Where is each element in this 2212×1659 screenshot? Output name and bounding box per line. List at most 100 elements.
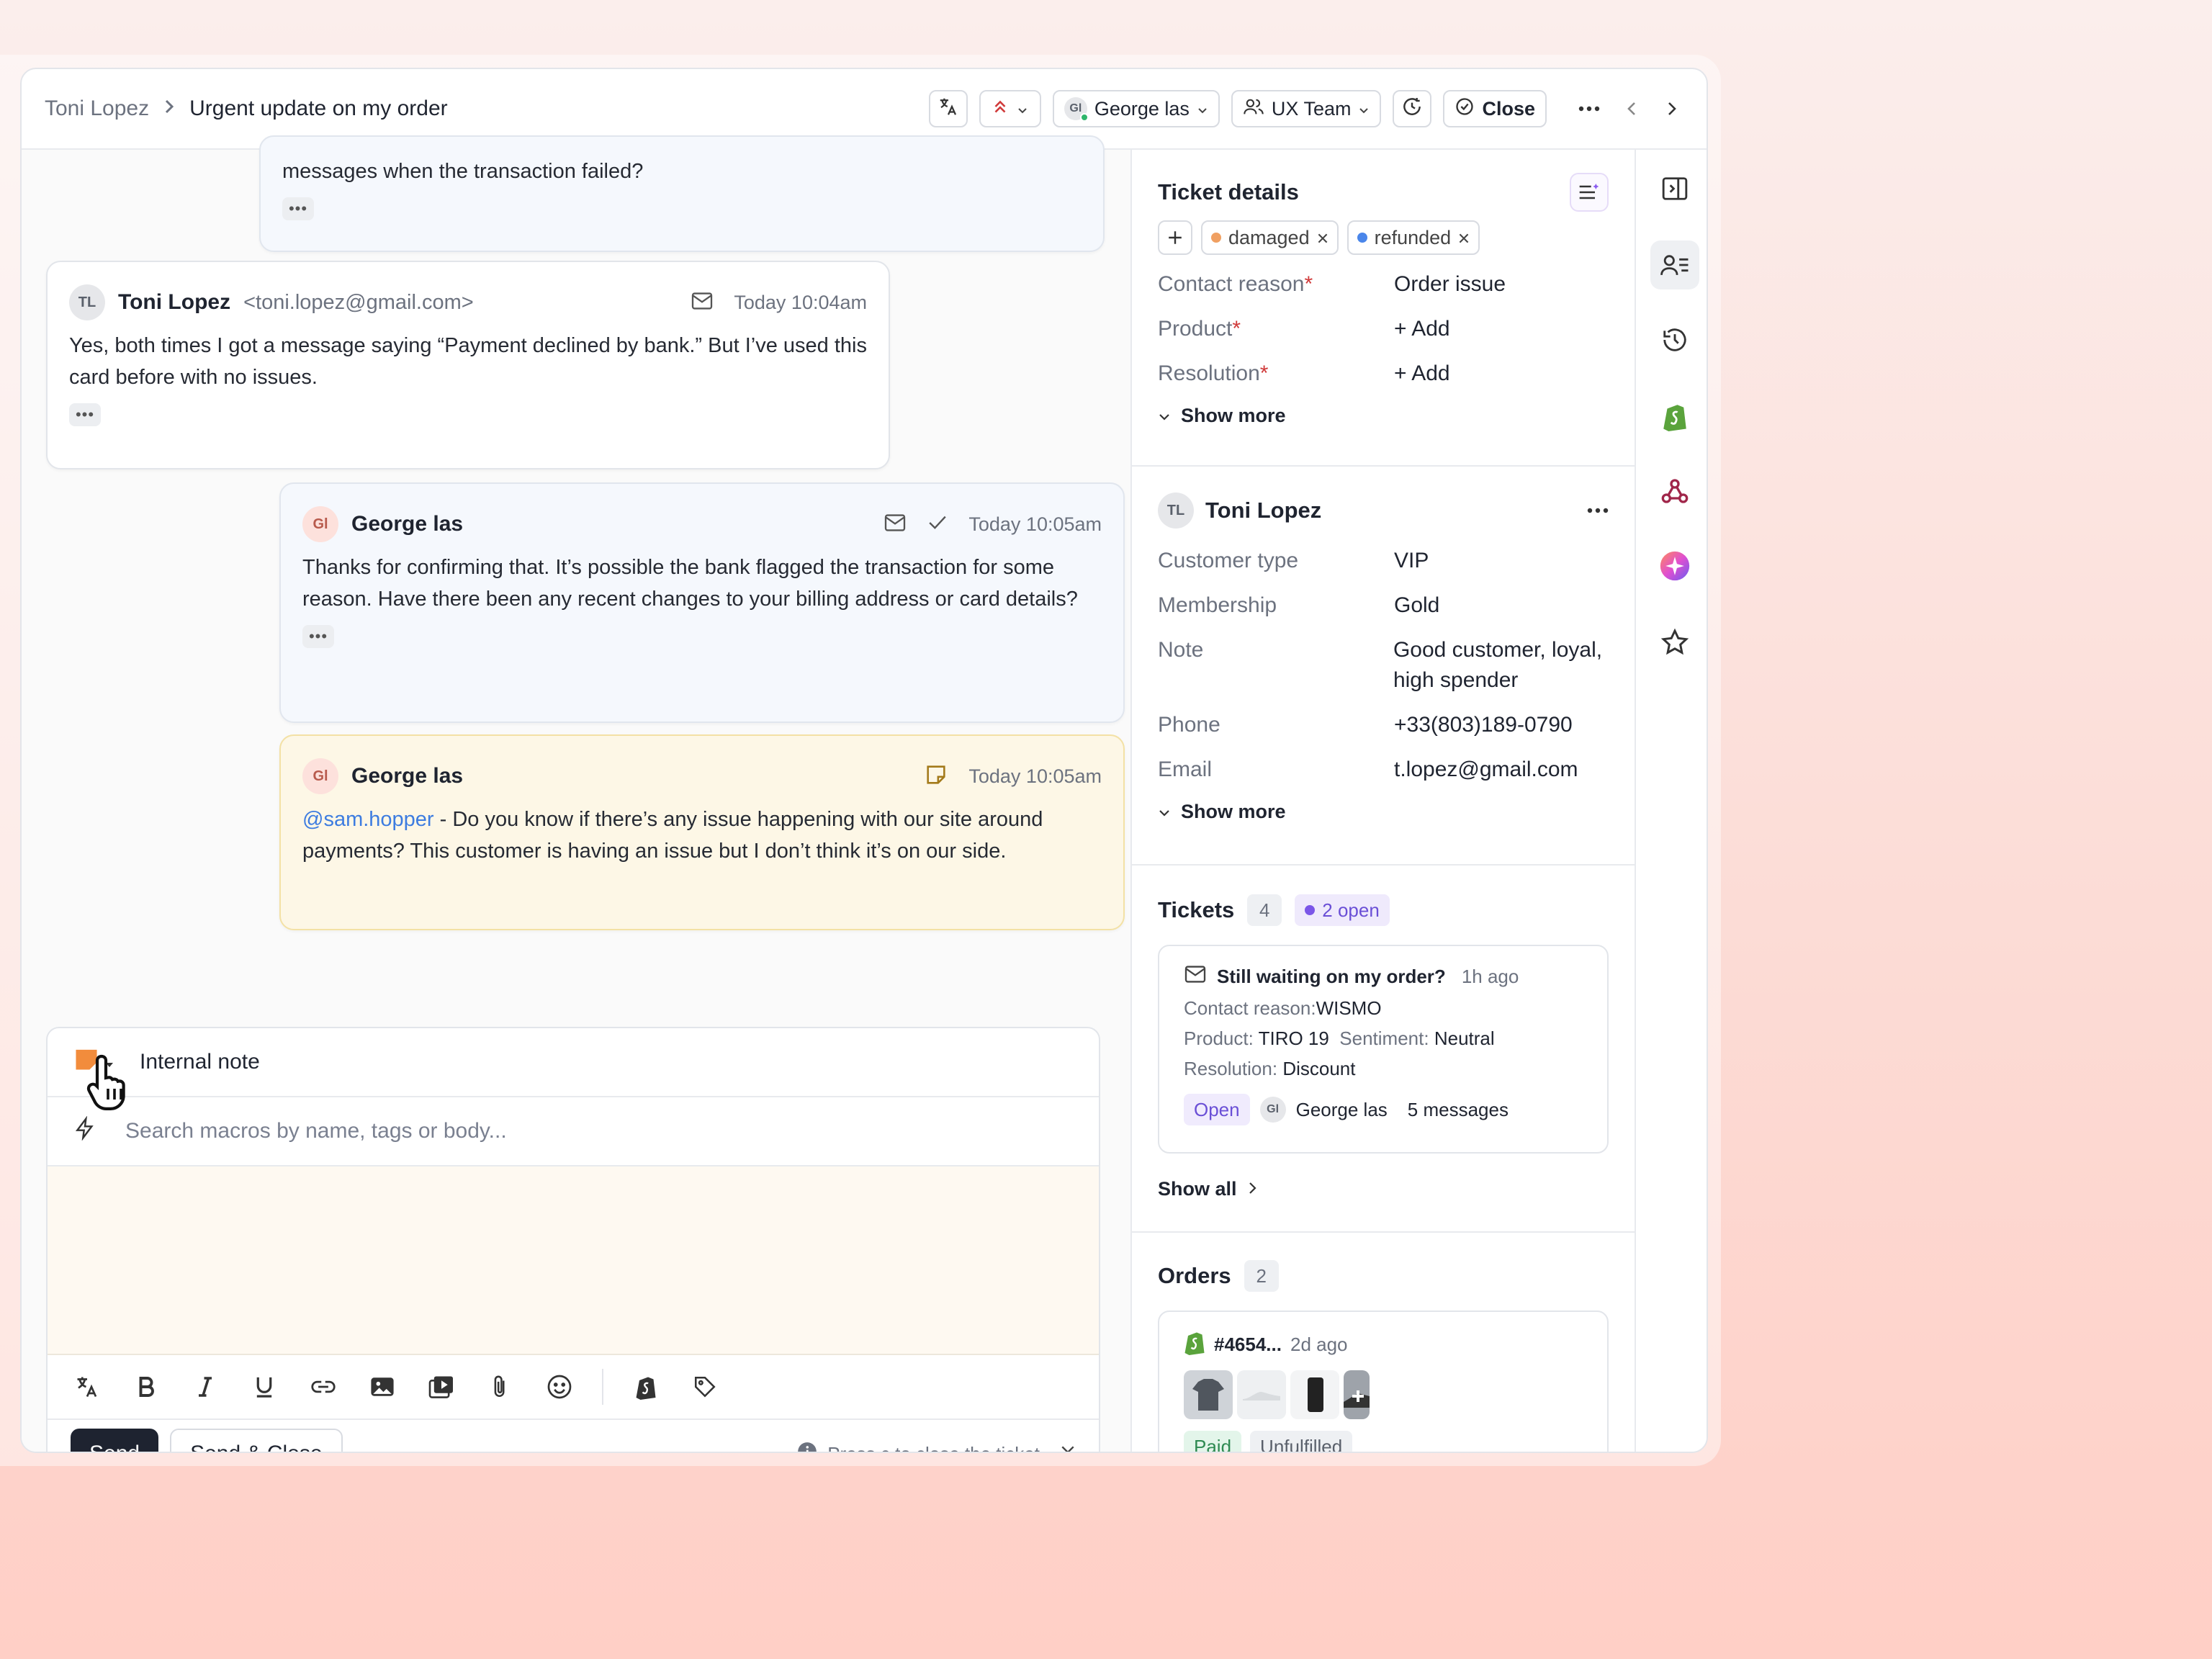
close-ticket-label: Close — [1482, 97, 1535, 120]
sender-email: <toni.lopez@gmail.com> — [243, 290, 474, 314]
image-icon[interactable] — [366, 1370, 399, 1403]
send-and-close-button[interactable]: Send & Close — [170, 1429, 343, 1452]
more-options-icon[interactable] — [1573, 92, 1606, 125]
payment-status-badge: Paid — [1184, 1431, 1242, 1452]
ticket-title[interactable]: Urgent update on my order — [189, 96, 448, 121]
customer-show-more-button[interactable]: Show more — [1158, 801, 1609, 823]
open-tickets-badge: 2 open — [1295, 894, 1390, 926]
ticket-history-card[interactable]: Still waiting on my order? 1h ago Contac… — [1158, 945, 1609, 1154]
macro-search-input[interactable]: Search macros by name, tags or body... — [125, 1119, 507, 1143]
message-thread[interactable]: messages when the transaction failed? ••… — [22, 135, 1130, 1452]
order-card[interactable]: #4654... 2d ago Paid Unfulfilled — [1158, 1310, 1609, 1452]
chevron-down-icon — [1158, 801, 1171, 823]
shopify-app-icon[interactable] — [1650, 392, 1699, 441]
info-icon — [797, 1442, 817, 1452]
ai-assistant-icon[interactable] — [1650, 541, 1699, 590]
customer-name[interactable]: Toni Lopez — [1205, 498, 1321, 523]
collapse-panel-icon[interactable] — [1650, 164, 1699, 213]
customer-avatar: TL — [1158, 493, 1194, 529]
mention-link[interactable]: @sam.hopper — [302, 808, 434, 831]
header-actions: Gl George las UX Team Close — [928, 90, 1686, 127]
tag-label: damaged — [1228, 226, 1310, 248]
agent-name: George las — [1295, 1098, 1388, 1120]
assignee-initials: Gl — [1069, 102, 1082, 114]
ai-fields-icon[interactable] — [1570, 173, 1609, 212]
star-favorite-icon[interactable] — [1650, 618, 1699, 667]
dismiss-hint-icon[interactable] — [1060, 1443, 1076, 1452]
shopify-icon[interactable] — [629, 1370, 662, 1403]
tag-chip[interactable]: refunded — [1346, 220, 1480, 255]
tickets-title: Tickets — [1158, 897, 1235, 922]
message-meta: Today 10:05am — [924, 763, 1102, 791]
ticket-sidebar: Ticket details damaged refunded Contact … — [1130, 150, 1635, 1452]
email-link[interactable]: t.lopez@gmail.com — [1394, 755, 1578, 785]
ticket-status-badge: Open — [1184, 1094, 1250, 1125]
emoji-icon[interactable] — [543, 1370, 576, 1403]
priority-dropdown[interactable] — [979, 90, 1041, 127]
tickets-section: Tickets 4 2 open Still waiting on my ord… — [1132, 866, 1635, 1233]
product-thumbnail — [1290, 1370, 1339, 1419]
message-expand-button[interactable]: ••• — [302, 625, 334, 648]
message-header: TL Toni Lopez <toni.lopez@gmail.com> Tod… — [48, 281, 889, 324]
orders-header: Orders 2 — [1158, 1260, 1609, 1292]
snooze-button[interactable] — [1393, 90, 1432, 127]
orders-title: Orders — [1158, 1263, 1231, 1288]
reply-composer: Internal note Search macros by name, tag… — [46, 1027, 1100, 1452]
composer-text-area[interactable] — [48, 1166, 1099, 1355]
sidebar-rail — [1635, 150, 1707, 1452]
remove-tag-icon[interactable] — [1317, 227, 1328, 249]
field-value[interactable]: + Add — [1394, 359, 1450, 389]
team-users-icon — [1243, 97, 1264, 121]
tag-chip[interactable]: damaged — [1201, 220, 1339, 255]
message-time: Today 10:05am — [968, 513, 1102, 535]
message-expand-button[interactable]: ••• — [69, 403, 101, 426]
assignee-dropdown[interactable]: Gl George las — [1052, 90, 1220, 127]
orders-section: Orders 2 #4654... 2d ago Paid Unfulfille… — [1132, 1233, 1635, 1452]
message-body: messages when the transaction failed? — [282, 160, 644, 183]
show-more-label: Show more — [1181, 801, 1286, 822]
team-name: UX Team — [1271, 97, 1352, 120]
translate-icon[interactable] — [71, 1370, 104, 1403]
attachment-icon[interactable] — [484, 1370, 517, 1403]
phone-link[interactable]: +33(803)189-0790 — [1394, 710, 1573, 740]
tag-list: damaged refunded — [1158, 220, 1609, 255]
field-value[interactable]: + Add — [1394, 314, 1450, 344]
bold-icon[interactable] — [130, 1370, 163, 1403]
history-icon[interactable] — [1650, 315, 1699, 364]
tag-icon[interactable] — [688, 1370, 721, 1403]
next-ticket-icon[interactable] — [1658, 92, 1686, 125]
team-dropdown[interactable]: UX Team — [1231, 90, 1382, 127]
video-icon[interactable] — [425, 1370, 458, 1403]
more-options-icon[interactable] — [1587, 504, 1609, 517]
underline-icon[interactable] — [248, 1370, 281, 1403]
channel-mode-selector[interactable] — [73, 1048, 125, 1110]
remove-tag-icon[interactable] — [1458, 227, 1470, 249]
tag-color-dot — [1211, 233, 1221, 243]
add-tag-button[interactable] — [1158, 220, 1192, 255]
tag-label: refunded — [1374, 226, 1452, 248]
tickets-count-badge: 4 — [1247, 894, 1282, 926]
message-expand-button[interactable]: ••• — [282, 197, 314, 220]
field-value[interactable]: Order issue — [1394, 269, 1506, 300]
close-ticket-button[interactable]: Close — [1443, 90, 1547, 127]
translate-button[interactable] — [928, 90, 968, 127]
show-all-tickets-button[interactable]: Show all — [1158, 1178, 1609, 1200]
field-key: Membership — [1158, 593, 1277, 617]
composer-mode-row: Internal note — [48, 1028, 1099, 1110]
send-button[interactable]: Send — [71, 1429, 159, 1452]
sender-avatar: Gl — [302, 506, 338, 542]
breadcrumb-customer[interactable]: Toni Lopez — [45, 96, 149, 121]
message-body: @sam.hopper - Do you know if there’s any… — [281, 804, 1123, 867]
sent-check-icon — [927, 514, 948, 535]
italic-icon[interactable] — [189, 1370, 222, 1403]
sender-avatar: TL — [69, 284, 105, 320]
link-icon[interactable] — [307, 1370, 340, 1403]
previous-ticket-icon[interactable] — [1617, 92, 1646, 125]
meta-value: Discount — [1282, 1058, 1356, 1079]
field-key: Resolution — [1158, 361, 1260, 385]
field-value: Good customer, loyal, high spender — [1393, 638, 1603, 692]
customer-header: TL Toni Lopez — [1158, 493, 1609, 529]
webhook-icon[interactable] — [1650, 467, 1699, 516]
ticket-show-more-button[interactable]: Show more — [1158, 405, 1609, 427]
customer-details-icon[interactable] — [1650, 240, 1699, 289]
